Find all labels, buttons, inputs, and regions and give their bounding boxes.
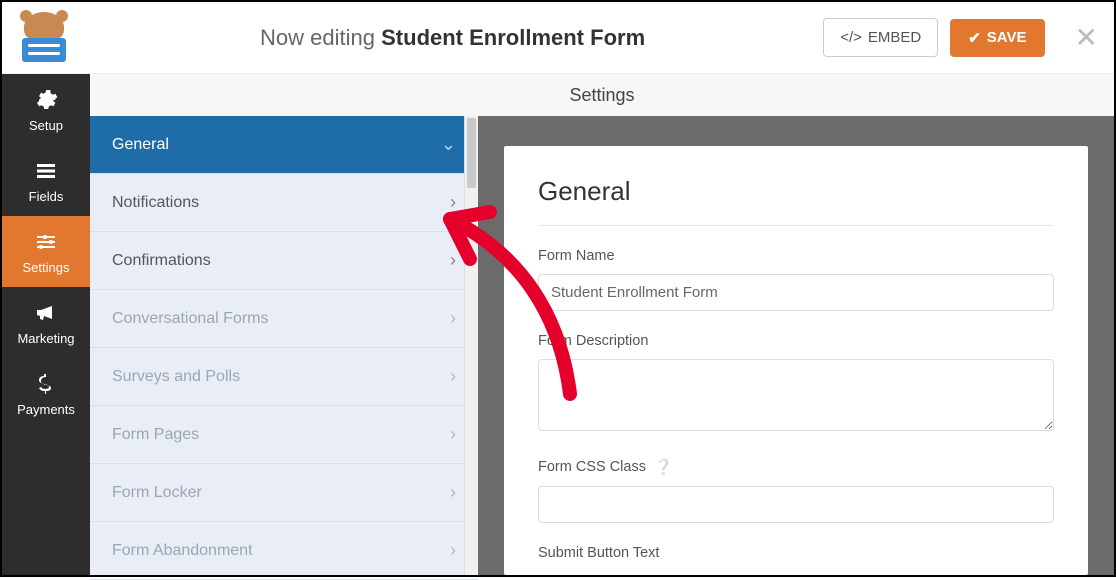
tab-conversational-forms[interactable]: Conversational Forms › — [90, 290, 478, 348]
tab-label: Confirmations — [112, 252, 211, 270]
chevron-right-icon: › — [450, 366, 456, 387]
check-icon: ✔ — [968, 29, 981, 47]
chevron-right-icon: › — [450, 424, 456, 445]
general-card: General Form Name Form Description Form … — [504, 146, 1088, 575]
form-desc-label: Form Description — [538, 333, 1054, 349]
tab-notifications[interactable]: Notifications › — [90, 174, 478, 232]
scrollbar[interactable] — [464, 116, 478, 575]
top-bar: Now editing Student Enrollment Form </> … — [2, 2, 1114, 74]
nav-settings[interactable]: Settings — [2, 216, 90, 287]
form-name-label: Form Name — [538, 248, 1054, 264]
help-icon[interactable]: ❔ — [654, 458, 673, 476]
settings-tabs: General ⌄ Notifications › Confirmations … — [90, 116, 478, 575]
tab-label: Surveys and Polls — [112, 368, 240, 386]
nav-payments[interactable]: Payments — [2, 358, 90, 429]
nav-label: Marketing — [17, 331, 74, 346]
scrollbar-thumb[interactable] — [467, 118, 476, 188]
tab-label: Form Abandonment — [112, 542, 253, 560]
code-icon: </> — [840, 29, 862, 46]
nav-setup[interactable]: Setup — [2, 74, 90, 145]
sliders-icon — [34, 230, 58, 254]
left-nav: Setup Fields Settings Marketing Payments — [2, 74, 90, 575]
gear-icon — [34, 88, 58, 112]
embed-button[interactable]: </> EMBED — [823, 18, 938, 57]
header-actions: </> EMBED ✔ SAVE ✕ — [823, 18, 1098, 57]
embed-label: EMBED — [868, 29, 921, 46]
save-button[interactable]: ✔ SAVE — [950, 19, 1044, 57]
form-title: Student Enrollment Form — [381, 25, 645, 50]
submit-btn-label: Submit Button Text — [538, 545, 1054, 561]
chevron-right-icon: › — [450, 540, 456, 561]
chevron-right-icon: › — [450, 308, 456, 329]
nav-marketing[interactable]: Marketing — [2, 287, 90, 358]
dollar-icon — [34, 372, 58, 396]
form-name-input[interactable] — [538, 274, 1054, 311]
chevron-right-icon: › — [450, 482, 456, 503]
form-css-label: Form CSS Class ❔ — [538, 458, 1054, 476]
tab-form-abandonment[interactable]: Form Abandonment › — [90, 522, 478, 580]
nav-label: Fields — [29, 189, 64, 204]
chevron-right-icon: › — [450, 250, 456, 271]
nav-label: Payments — [17, 402, 75, 417]
tab-surveys-and-polls[interactable]: Surveys and Polls › — [90, 348, 478, 406]
bullhorn-icon — [34, 301, 58, 325]
panel-title: Settings — [90, 74, 1114, 116]
list-icon — [34, 159, 58, 183]
tab-label: General — [112, 136, 169, 154]
tab-label: Form Locker — [112, 484, 202, 502]
form-desc-input[interactable] — [538, 359, 1054, 431]
tab-form-locker[interactable]: Form Locker › — [90, 464, 478, 522]
tab-confirmations[interactable]: Confirmations › — [90, 232, 478, 290]
main: Setup Fields Settings Marketing Payments… — [2, 74, 1114, 575]
nav-label: Setup — [29, 118, 63, 133]
content-frame: General Form Name Form Description Form … — [478, 116, 1114, 575]
tab-label: Notifications — [112, 194, 199, 212]
tab-form-pages[interactable]: Form Pages › — [90, 406, 478, 464]
tab-label: Conversational Forms — [112, 310, 269, 328]
panel-body: General ⌄ Notifications › Confirmations … — [90, 116, 1114, 575]
settings-panel: Settings General ⌄ Notifications › Confi… — [90, 74, 1114, 575]
app-logo — [18, 12, 70, 64]
tab-label: Form Pages — [112, 426, 199, 444]
close-icon[interactable]: ✕ — [1075, 21, 1098, 54]
nav-label: Settings — [23, 260, 70, 275]
save-label: SAVE — [987, 29, 1027, 46]
chevron-right-icon: › — [450, 192, 456, 213]
form-css-input[interactable] — [538, 486, 1054, 523]
editing-title: Now editing Student Enrollment Form — [82, 25, 823, 51]
editing-prefix: Now editing — [260, 25, 381, 50]
nav-fields[interactable]: Fields — [2, 145, 90, 216]
card-heading: General — [538, 176, 1054, 226]
tab-general[interactable]: General ⌄ — [90, 116, 478, 174]
chevron-down-icon: ⌄ — [441, 134, 456, 155]
